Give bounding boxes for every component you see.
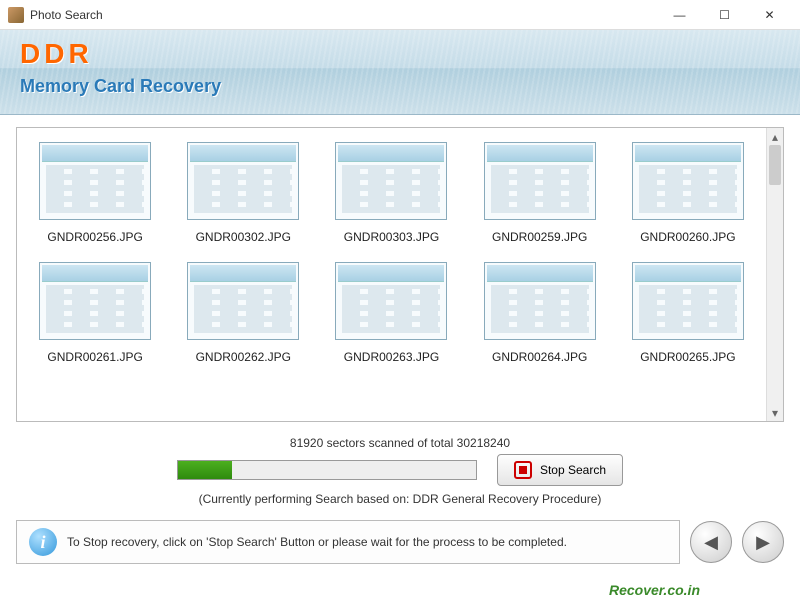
thumbnail-image (484, 262, 596, 340)
info-bar: i To Stop recovery, click on 'Stop Searc… (16, 520, 680, 564)
file-name-label: GNDR00303.JPG (344, 230, 439, 244)
thumbnail-image (335, 262, 447, 340)
thumbnail-image (39, 262, 151, 340)
content-area: GNDR00256.JPG GNDR00302.JPG GNDR00303.JP… (0, 115, 800, 600)
back-button[interactable]: ◀ (690, 521, 732, 563)
thumbnail-image (484, 142, 596, 220)
progress-status-text: 81920 sectors scanned of total 30218240 (16, 436, 784, 450)
file-name-label: GNDR00260.JPG (640, 230, 735, 244)
file-name-label: GNDR00264.JPG (492, 350, 587, 364)
stop-search-button[interactable]: Stop Search (497, 454, 623, 486)
thumbnail-image (335, 142, 447, 220)
thumbnail-image (39, 142, 151, 220)
scroll-track[interactable] (767, 145, 783, 404)
thumbnail-grid: GNDR00256.JPG GNDR00302.JPG GNDR00303.JP… (17, 128, 766, 421)
scroll-up-icon[interactable]: ▴ (767, 128, 783, 145)
thumbnail-image (632, 142, 744, 220)
thumbnail-image (632, 262, 744, 340)
info-icon: i (29, 528, 57, 556)
file-thumbnail[interactable]: GNDR00263.JPG (323, 262, 459, 364)
file-thumbnail[interactable]: GNDR00261.JPG (27, 262, 163, 364)
arrow-left-icon: ◀ (704, 532, 718, 553)
scrollbar[interactable]: ▴ ▾ (766, 128, 783, 421)
thumbnail-image (187, 262, 299, 340)
file-thumbnail[interactable]: GNDR00260.JPG (620, 142, 756, 244)
file-name-label: GNDR00262.JPG (196, 350, 291, 364)
progress-section: 81920 sectors scanned of total 30218240 … (16, 436, 784, 506)
file-thumbnail[interactable]: GNDR00302.JPG (175, 142, 311, 244)
minimize-button[interactable]: — (657, 1, 702, 29)
close-button[interactable]: ✕ (747, 1, 792, 29)
file-name-label: GNDR00265.JPG (640, 350, 735, 364)
file-name-label: GNDR00261.JPG (47, 350, 142, 364)
stop-icon (514, 461, 532, 479)
forward-button[interactable]: ▶ (742, 521, 784, 563)
file-thumbnail[interactable]: GNDR00259.JPG (472, 142, 608, 244)
window-controls: — ☐ ✕ (657, 1, 792, 29)
window-title: Photo Search (30, 8, 657, 22)
ddr-logo: DDR (20, 38, 780, 70)
file-name-label: GNDR00256.JPG (47, 230, 142, 244)
app-name-label: Memory Card Recovery (20, 76, 780, 97)
info-message: To Stop recovery, click on 'Stop Search'… (67, 535, 567, 549)
footer-row: i To Stop recovery, click on 'Stop Searc… (16, 520, 784, 564)
app-icon (8, 7, 24, 23)
results-panel: GNDR00256.JPG GNDR00302.JPG GNDR00303.JP… (16, 127, 784, 422)
titlebar: Photo Search — ☐ ✕ (0, 0, 800, 30)
procedure-text: (Currently performing Search based on: D… (16, 492, 784, 506)
file-name-label: GNDR00302.JPG (196, 230, 291, 244)
arrow-right-icon: ▶ (756, 532, 770, 553)
stop-button-label: Stop Search (540, 463, 606, 477)
progress-bar (177, 460, 477, 480)
thumbnail-image (187, 142, 299, 220)
file-thumbnail[interactable]: GNDR00256.JPG (27, 142, 163, 244)
file-thumbnail[interactable]: GNDR00264.JPG (472, 262, 608, 364)
file-thumbnail[interactable]: GNDR00265.JPG (620, 262, 756, 364)
scroll-down-icon[interactable]: ▾ (767, 404, 783, 421)
scroll-thumb[interactable] (769, 145, 781, 185)
file-name-label: GNDR00263.JPG (344, 350, 439, 364)
file-thumbnail[interactable]: GNDR00262.JPG (175, 262, 311, 364)
progress-fill (178, 461, 232, 479)
maximize-button[interactable]: ☐ (702, 1, 747, 29)
header-banner: DDR Memory Card Recovery (0, 30, 800, 115)
file-name-label: GNDR00259.JPG (492, 230, 587, 244)
watermark-text: Recover.co.in (609, 582, 700, 598)
file-thumbnail[interactable]: GNDR00303.JPG (323, 142, 459, 244)
